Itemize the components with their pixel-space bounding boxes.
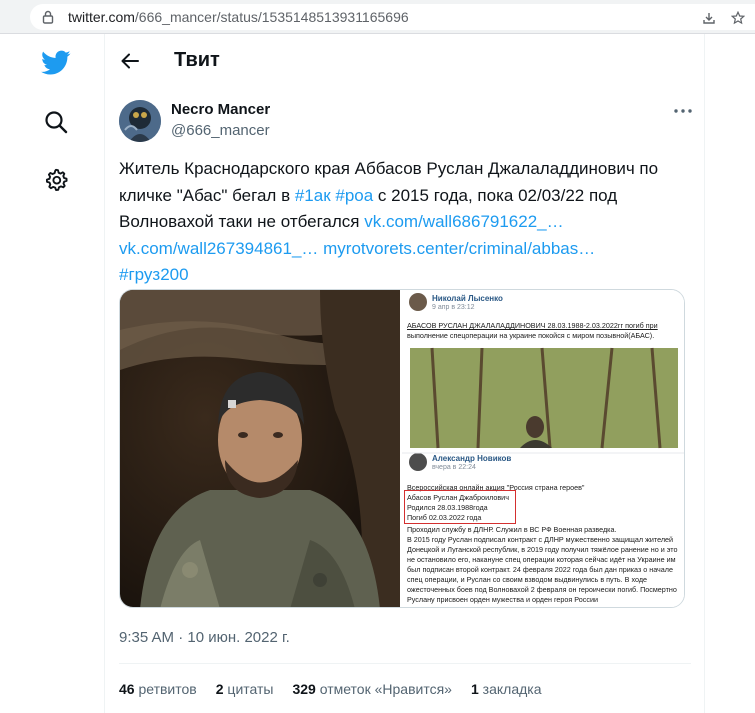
- url-domain: twitter.com: [68, 9, 135, 25]
- hashtag-link[interactable]: #1ак: [295, 186, 331, 205]
- tweet-stats: 46 ретвитов 2 цитаты 329 отметок «Нравит…: [119, 681, 561, 697]
- screenshot-text: В 2015 году Руслан подписал контракт с Д…: [407, 535, 674, 544]
- main-column: Твит Necro Mancer @666_mancer Житель Кра…: [105, 34, 705, 713]
- url-link[interactable]: vk.com/wall267394861_…: [119, 239, 318, 258]
- bookmarks-label: закладка: [482, 681, 542, 697]
- display-name[interactable]: Necro Mancer: [171, 101, 270, 118]
- screenshot-text: Донецкой и Луганской республик, в 2019 г…: [407, 545, 678, 554]
- tweet-text: Житель Краснодарского края Аббасов Русла…: [119, 156, 659, 289]
- url-text[interactable]: twitter.com/666_mancer/status/1535148513…: [68, 9, 409, 25]
- tweet-media[interactable]: Николай Лысенко 9 апр в 23:12 АБАСОВ РУС…: [119, 289, 685, 608]
- download-icon[interactable]: [702, 11, 716, 25]
- media-screenshot[interactable]: Николай Лысенко 9 апр в 23:12 АБАСОВ РУС…: [402, 290, 684, 607]
- tweet-timestamp[interactable]: 9:35 AM · 10 июн. 2022 г.: [119, 629, 290, 646]
- star-icon[interactable]: [731, 11, 745, 25]
- bookmarks-count: 1: [470, 681, 479, 697]
- url-link[interactable]: vk.com/wall686791622_…: [364, 212, 563, 231]
- screenshot-text: Проходил службу в ДЛНР. Служил в ВС РФ В…: [407, 525, 617, 534]
- retweets-count: 46: [119, 681, 135, 697]
- screenshot-text: спец операции, и Руслан со своим взводом…: [407, 575, 648, 584]
- photo-selfie-image: [120, 290, 400, 607]
- nav-explore[interactable]: [41, 107, 71, 137]
- quotes-label: цитаты: [227, 681, 274, 697]
- nav-settings[interactable]: [41, 165, 71, 195]
- media-photo-selfie[interactable]: [120, 290, 402, 607]
- back-button[interactable]: [117, 48, 143, 74]
- retweets-stat[interactable]: 46 ретвитов: [119, 681, 197, 697]
- screenshot-text: Родился 28.03.1988года: [407, 503, 488, 512]
- more-dots-icon: [674, 109, 692, 113]
- likes-label: отметок «Нравится»: [319, 681, 452, 697]
- arrow-left-icon: [121, 53, 139, 69]
- likes-stat[interactable]: 329 отметок «Нравится»: [292, 681, 452, 697]
- screenshot-text: ожесточенных боев под Волновахой 2 февра…: [407, 585, 677, 594]
- screenshot-author: Александр Новиков: [432, 454, 512, 463]
- left-navigation: [0, 34, 105, 713]
- screenshot-author: Николай Лысенко: [432, 294, 503, 303]
- address-bar[interactable]: twitter.com/666_mancer/status/1535148513…: [30, 4, 755, 30]
- screenshot-text: АБАСОВ РУСЛАН ДЖАЛАЛАДДИНОВИЧ 28.03.1988…: [407, 321, 658, 330]
- divider: [119, 663, 691, 664]
- url-path: /666_mancer/status/1535148513931165696: [134, 9, 409, 25]
- quotes-count: 2: [215, 681, 224, 697]
- browser-action-icons: [702, 11, 745, 25]
- screenshot-text: Руслану присвоен орден мужества и орден …: [407, 595, 598, 604]
- retweets-label: ретвитов: [138, 681, 197, 697]
- hashtag-link[interactable]: #груз200: [119, 265, 189, 284]
- page-title: Твит: [174, 49, 220, 71]
- screenshot-text: Погиб 02.03.2022 года: [407, 513, 482, 522]
- screenshot-text: Абасов Руслан Джаброилович: [407, 493, 509, 502]
- screenshot-text: был подписан второй контракт. 24 февраля…: [407, 565, 673, 574]
- screenshot-time: вчера в 22:24: [432, 464, 476, 471]
- screenshot-text: выполнение спецоперации на украине покой…: [407, 331, 655, 340]
- lock-icon[interactable]: [42, 10, 54, 24]
- quotes-stat[interactable]: 2 цитаты: [216, 681, 274, 697]
- gear-icon: [45, 168, 68, 191]
- hashtag-link[interactable]: #роа: [335, 186, 373, 205]
- twitter-logo-link[interactable]: [41, 48, 71, 78]
- url-link[interactable]: myrotvorets.center/criminal/abbas…: [323, 239, 595, 258]
- avatar-image: [119, 100, 161, 142]
- likes-count: 329: [292, 681, 316, 697]
- search-icon: [45, 111, 68, 134]
- user-handle[interactable]: @666_mancer: [171, 122, 270, 139]
- twitter-bird-icon: [41, 50, 71, 75]
- avatar[interactable]: [119, 100, 161, 142]
- screenshot-text: не остановило его, накануне спец операци…: [407, 555, 676, 564]
- browser-toolbar: twitter.com/666_mancer/status/1535148513…: [0, 0, 755, 34]
- more-button[interactable]: [673, 101, 693, 121]
- bookmarks-stat[interactable]: 1 закладка: [471, 681, 542, 697]
- screenshot-time: 9 апр в 23:12: [432, 304, 475, 311]
- page-header: Твит: [105, 34, 705, 89]
